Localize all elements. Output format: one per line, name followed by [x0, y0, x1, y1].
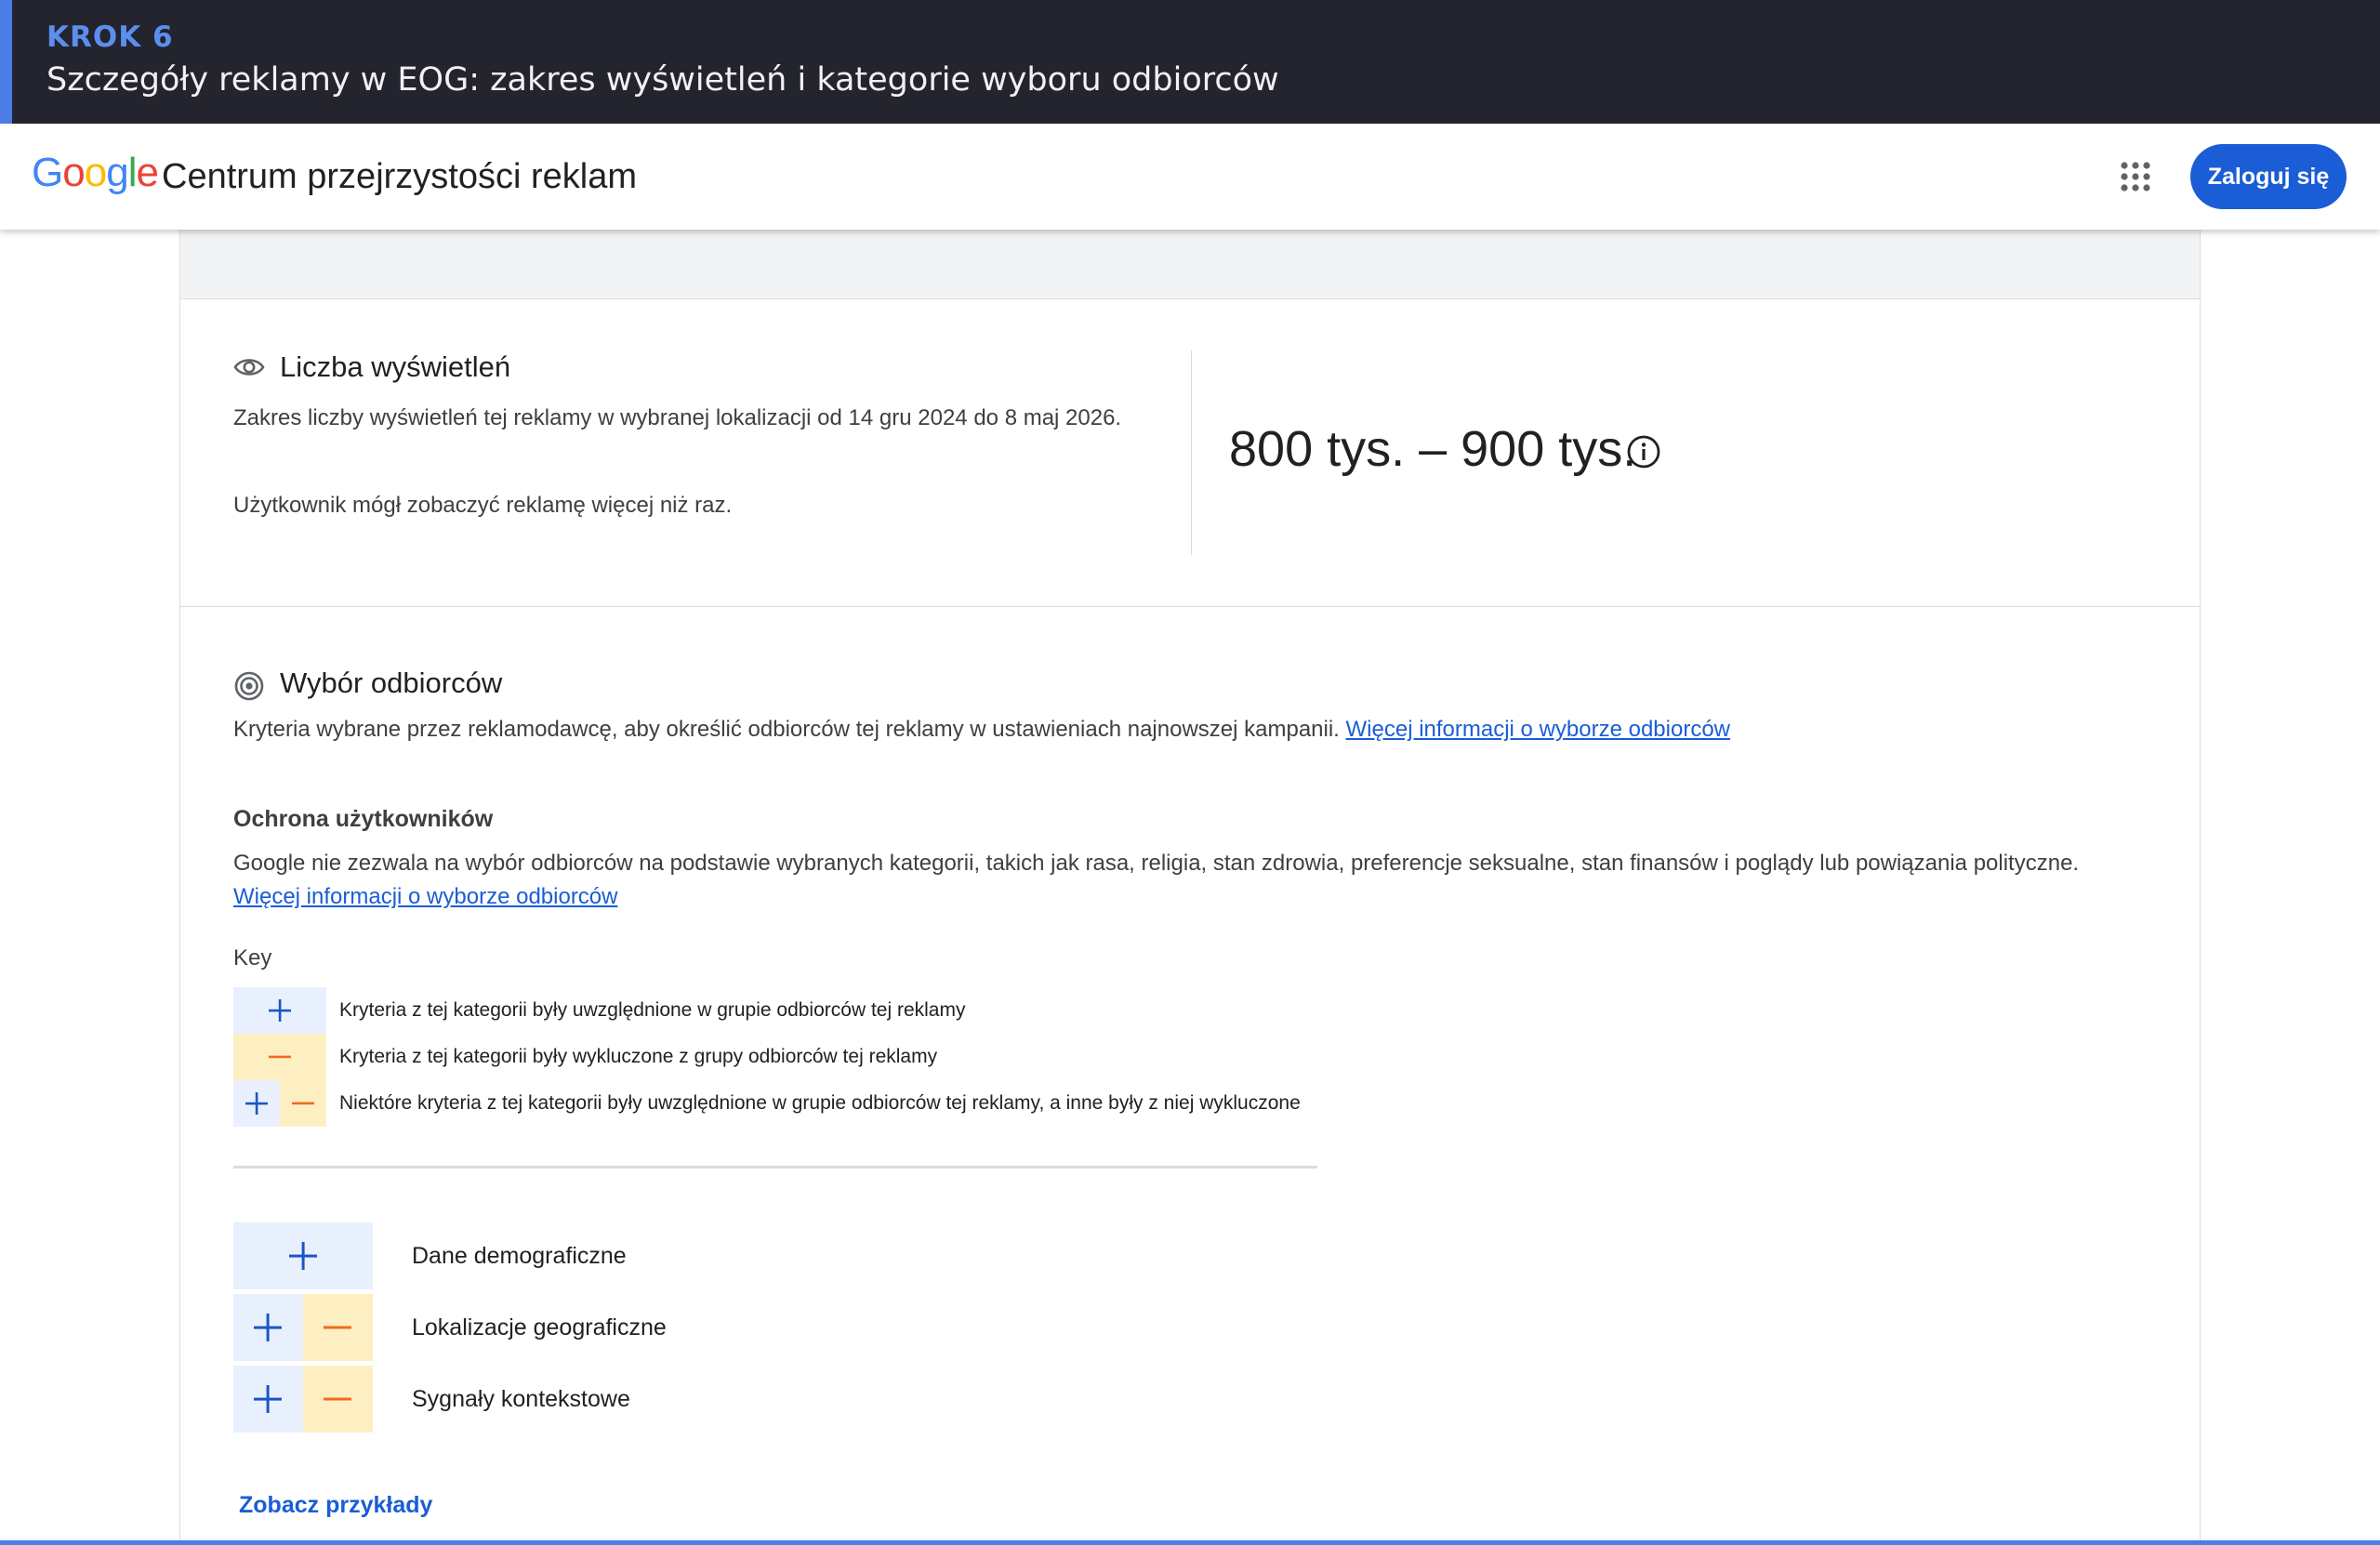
impressions-heading: Liczba wyświetleń [280, 350, 511, 383]
minus-icon [324, 1326, 351, 1329]
key-mixed-box [233, 1080, 326, 1127]
target-icon [233, 670, 265, 706]
audience-description: Kryteria wybrane przez reklamodawcę, aby… [233, 717, 1730, 743]
category-mixed-box [233, 1294, 373, 1361]
key-mixed-excluded-half [280, 1080, 326, 1127]
category-included-half [233, 1294, 303, 1361]
key-mixed-included-half [233, 1080, 280, 1127]
key-divider [233, 1166, 1317, 1169]
category-label: Sygnały kontekstowe [412, 1386, 630, 1412]
apps-grid-icon[interactable] [2120, 161, 2151, 192]
bottom-accent-line [0, 1540, 2380, 1545]
impressions-note: Użytkownik mógł zobaczyć reklamę więcej … [233, 493, 733, 518]
logo-letter: g [106, 150, 129, 195]
audience-heading: Wybór odbiorców [280, 667, 503, 699]
eye-icon [233, 355, 265, 384]
key-label: Key [233, 945, 272, 971]
impressions-divider [1191, 350, 1192, 555]
protection-text-body: Google nie zezwala na wybór odbiorców na… [233, 851, 2080, 876]
logo-letter: o [84, 150, 108, 195]
plus-icon [269, 999, 291, 1022]
key-text: Niektóre kryteria z tej kategorii były u… [339, 1092, 1301, 1114]
category-included-box [233, 1222, 373, 1289]
see-examples-link[interactable]: Zobacz przykłady [239, 1492, 432, 1519]
minus-icon [324, 1397, 351, 1401]
info-icon[interactable] [1626, 434, 1661, 469]
header-title[interactable]: Centrum przejrzystości reklam [162, 157, 637, 197]
protection-info-link[interactable]: Więcej informacji o wyborze odbiorców [233, 884, 617, 909]
step-label: KROK 6 [46, 20, 174, 54]
ad-details-card: Liczba wyświetleń Zakres liczby wyświetl… [179, 230, 2201, 1545]
key-text: Kryteria z tej kategorii były uwzględnio… [339, 999, 966, 1021]
minus-icon [269, 1055, 291, 1059]
step-title: Szczegóły reklamy w EOG: zakres wyświetl… [46, 61, 1279, 99]
plus-icon [254, 1314, 282, 1341]
logo-letter: e [136, 150, 159, 195]
step-banner: KROK 6 Szczegóły reklamy w EOG: zakres w… [0, 0, 2380, 124]
key-excluded-box [233, 1034, 326, 1080]
category-label: Dane demograficzne [412, 1243, 627, 1269]
category-label: Lokalizacje geograficzne [412, 1314, 667, 1340]
logo-letter: G [32, 150, 63, 195]
protection-text: Google nie zezwala na wybór odbiorców na… [233, 847, 2121, 914]
app-header: Google Centrum przejrzystości reklam Zal… [0, 124, 2380, 230]
impressions-description: Zakres liczby wyświetleń tej reklamy w w… [233, 405, 1122, 430]
signin-button[interactable]: Zaloguj się [2190, 144, 2347, 209]
logo-letter: l [127, 150, 138, 195]
category-excluded-half [303, 1366, 373, 1433]
plus-icon [245, 1092, 268, 1115]
audience-description-text: Kryteria wybrane przez reklamodawcę, aby… [233, 717, 1340, 742]
category-excluded-half [303, 1294, 373, 1361]
key-text: Kryteria z tej kategorii były wykluczone… [339, 1046, 938, 1067]
logo-letter: o [62, 150, 86, 195]
impressions-section: Liczba wyświetleń Zakres liczby wyświetl… [180, 299, 2200, 607]
audience-info-link[interactable]: Więcej informacji o wyborze odbiorców [1346, 717, 1730, 742]
google-logo[interactable]: Google [32, 150, 159, 196]
banner-accent-bar [0, 0, 12, 124]
plus-icon [289, 1242, 317, 1270]
protection-title: Ochrona użytkowników [233, 806, 494, 832]
category-included-half [233, 1366, 303, 1433]
minus-icon [292, 1102, 314, 1105]
plus-icon [254, 1385, 282, 1413]
impressions-value: 800 tys. – 900 tys. [1229, 421, 1637, 477]
card-top-strip [180, 230, 2200, 299]
category-mixed-box [233, 1366, 373, 1433]
key-included-box [233, 987, 326, 1034]
